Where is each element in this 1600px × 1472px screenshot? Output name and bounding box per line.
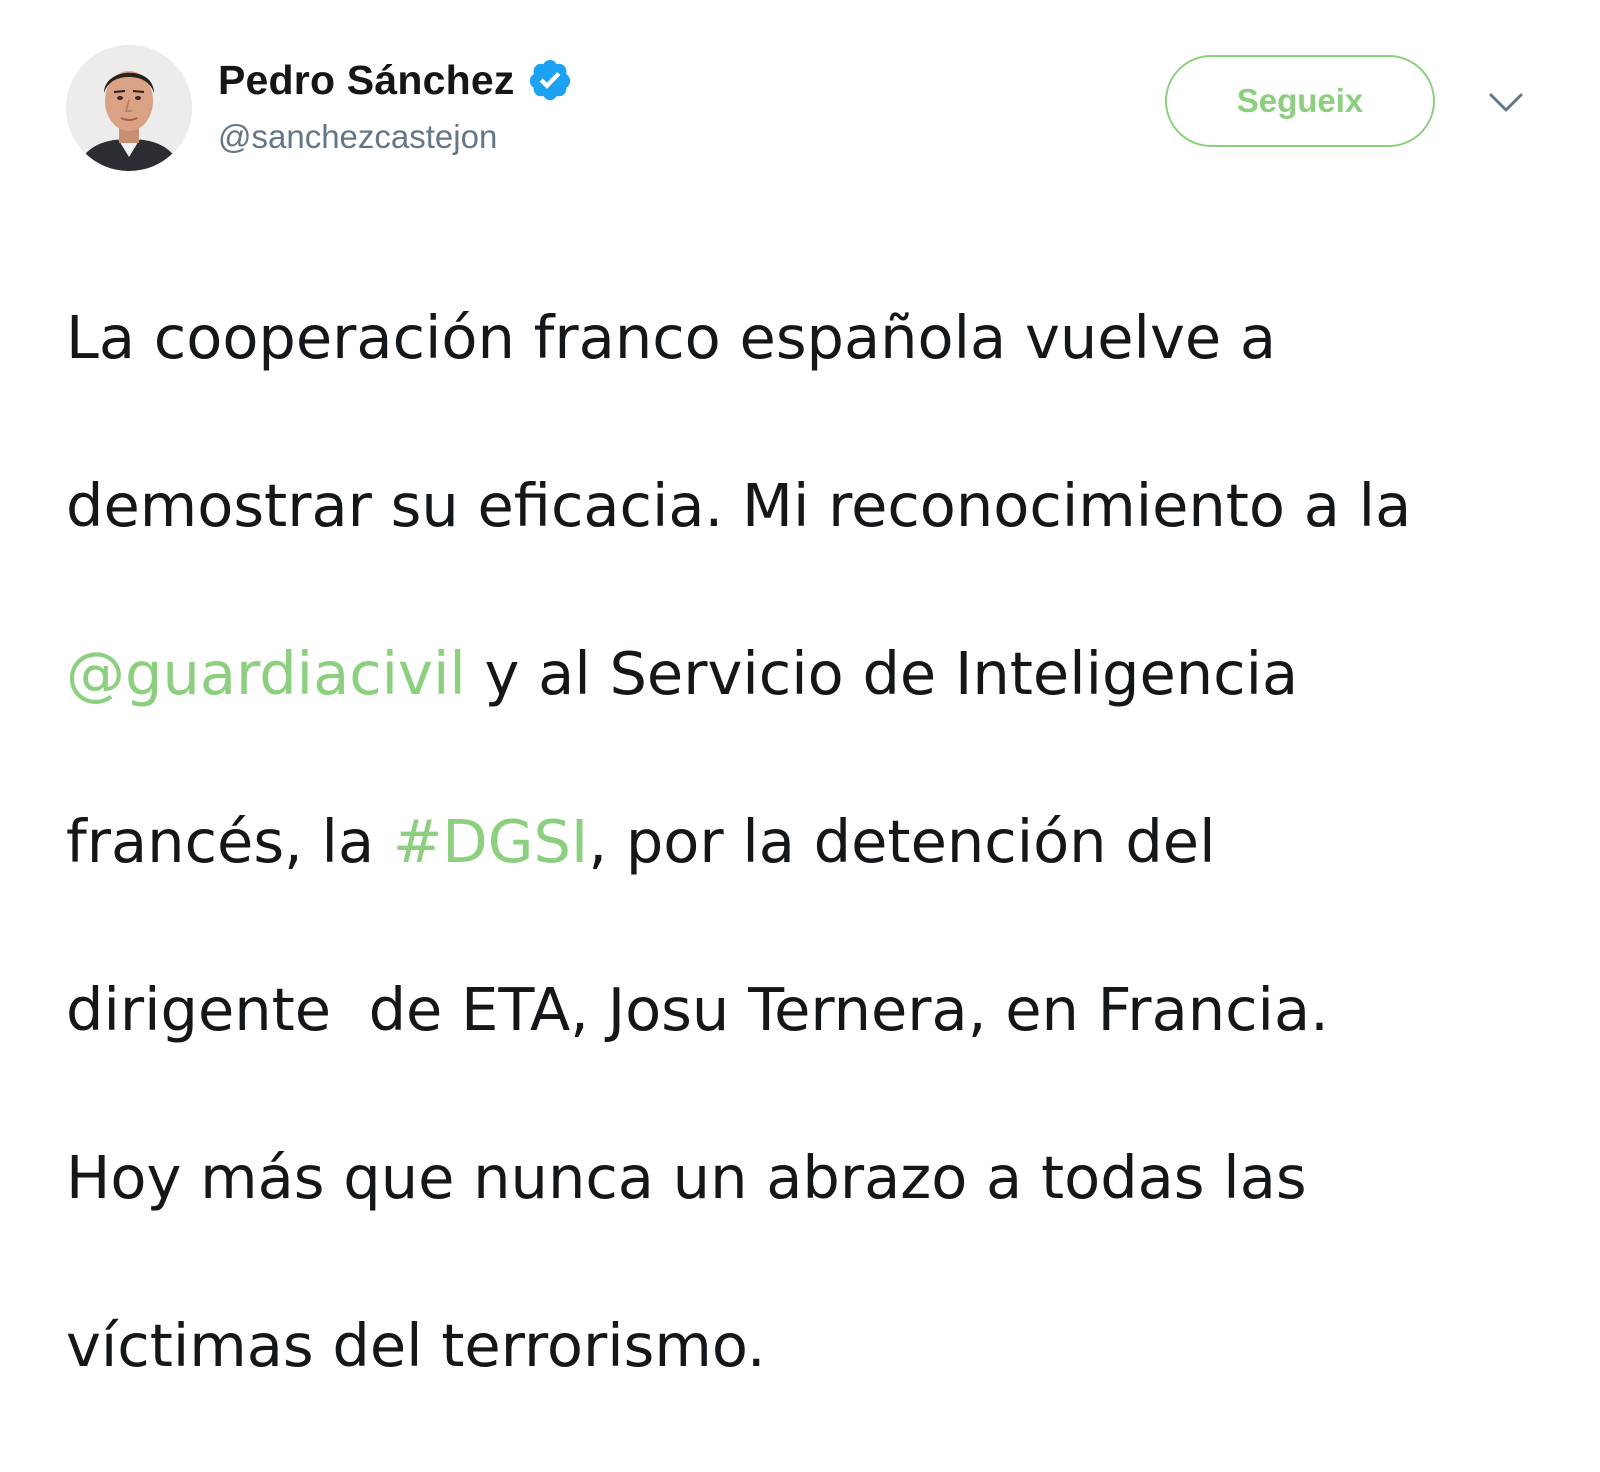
tweet-text: La cooperación franco española vuelve a … [66,212,1546,1472]
avatar-portrait-icon [66,45,192,171]
follow-button[interactable]: Segueix [1165,55,1435,147]
tweet-line: @guardiacivil y al Servicio de Inteligen… [66,632,1546,716]
tweet-line: francés, la #DGSI, por la detención del [66,800,1546,884]
tweet-text-segment: demostrar su eficacia. Mi reconocimiento… [66,471,1412,540]
author-name-row: Pedro Sánchez [218,56,573,104]
author-handle[interactable]: @sanchezcastejon [218,118,497,156]
mention-link-guardiacivil[interactable]: @guardiacivil [66,639,466,708]
tweet-text-segment: dirigente de ETA, Josu Ternera, en Franc… [66,975,1329,1044]
tweet-text-segment: víctimas del terrorismo. [66,1311,766,1380]
tweet-line: víctimas del terrorismo. [66,1304,1546,1388]
tweet-line: dirigente de ETA, Josu Ternera, en Franc… [66,968,1546,1052]
avatar[interactable] [66,45,192,171]
chevron-down-icon[interactable] [1488,92,1524,114]
author-display-name[interactable]: Pedro Sánchez [218,57,515,104]
tweet-text-segment: Hoy más que nunca un abrazo a todas las [66,1143,1307,1212]
tweet-line: Hoy más que nunca un abrazo a todas las [66,1136,1546,1220]
tweet-text-segment: , por la detención del [588,807,1216,876]
tweet-text-segment: y al Servicio de Inteligencia [465,639,1299,708]
tweet-line: demostrar su eficacia. Mi reconocimiento… [66,464,1546,548]
tweet-text-segment: La cooperación franco española vuelve a [66,303,1277,372]
verified-badge-icon [527,57,573,103]
hashtag-link-dgsi[interactable]: #DGSI [393,807,588,876]
tweet-card: Pedro Sánchez @sanchezcastejon Segueix L… [0,0,1600,1380]
tweet-text-segment: francés, la [66,807,393,876]
tweet-line: La cooperación franco española vuelve a [66,296,1546,380]
